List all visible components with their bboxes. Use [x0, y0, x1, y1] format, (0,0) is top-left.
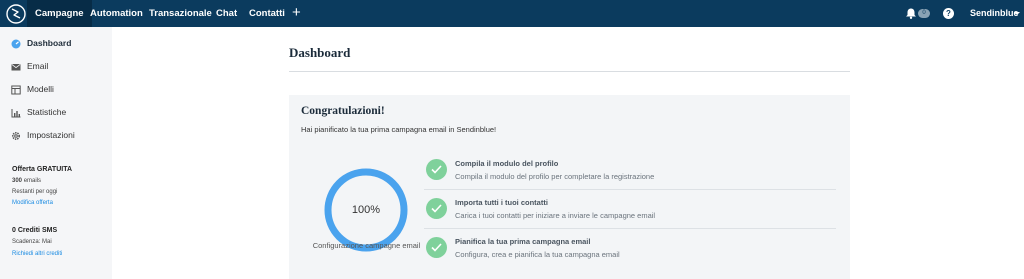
- sendinblue-logo-icon[interactable]: [5, 3, 27, 25]
- task-divider: [424, 189, 836, 190]
- gear-icon: [11, 131, 21, 141]
- task-item[interactable]: Compila il modulo del profilo Compila il…: [416, 155, 836, 193]
- progress-value: 100%: [351, 204, 381, 216]
- add-nav-button[interactable]: +: [292, 0, 301, 27]
- modify-plan-link[interactable]: Modifica offerta: [12, 200, 53, 206]
- account-menu[interactable]: Sendinblue: [970, 0, 1019, 27]
- sidebar-item-label: Email: [27, 61, 49, 71]
- sidebar: Dashboard Email Modelli Statistiche Impo…: [0, 27, 112, 279]
- page-title: Dashboard: [289, 45, 351, 60]
- help-icon[interactable]: ?: [943, 8, 954, 19]
- sms-credits-title: 0 Crediti SMS: [12, 227, 58, 234]
- sidebar-item-label: Impostazioni: [27, 130, 75, 140]
- nav-chat[interactable]: Chat: [208, 0, 245, 27]
- task-title: Pianifica la tua prima campagna email: [455, 237, 591, 246]
- task-item[interactable]: Importa tutti i tuoi contatti Carica i t…: [416, 194, 836, 232]
- bell-icon[interactable]: [905, 8, 917, 19]
- sidebar-item-email[interactable]: Email: [0, 57, 112, 77]
- sidebar-item-label: Statistiche: [27, 107, 67, 117]
- card-subtitle: Hai pianificato la tua prima campagna em…: [301, 125, 497, 134]
- stats-icon: [11, 109, 21, 118]
- sidebar-item-label: Modelli: [27, 84, 54, 94]
- checkmark-icon: [426, 159, 447, 180]
- task-title: Importa tutti i tuoi contatti: [455, 198, 548, 207]
- plan-emails-unit: emails: [23, 178, 42, 184]
- request-credits-link[interactable]: Richiedi altri crediti: [12, 251, 62, 257]
- plan-emails: 300 emails: [12, 178, 41, 184]
- task-description: Compila il modulo del profilo per comple…: [455, 172, 655, 181]
- plan-emails-count: 300: [12, 178, 23, 184]
- sidebar-item-modelli[interactable]: Modelli: [0, 80, 112, 100]
- task-divider: [424, 228, 836, 229]
- templates-icon: [11, 85, 21, 95]
- nav-contatti[interactable]: Contatti: [241, 0, 293, 27]
- title-divider: [289, 71, 850, 72]
- task-description: Carica i tuoi contatti per iniziare a in…: [455, 211, 656, 220]
- top-navigation-bar: Campagne Automation Transazionale Chat C…: [0, 0, 1024, 27]
- onboarding-card: Congratulazioni! Hai pianificato la tua …: [289, 95, 850, 279]
- email-icon: [11, 64, 21, 71]
- task-description: Configura, crea e pianifica la tua campa…: [455, 250, 620, 259]
- dashboard-icon: [11, 39, 21, 49]
- checkmark-icon: [426, 198, 447, 219]
- sidebar-item-dashboard[interactable]: Dashboard: [0, 34, 112, 54]
- task-item[interactable]: Pianifica la tua prima campagna email Co…: [416, 233, 836, 271]
- sidebar-item-statistiche[interactable]: Statistiche: [0, 103, 112, 123]
- card-title: Congratulazioni!: [301, 105, 385, 117]
- chevron-down-icon[interactable]: [1014, 12, 1020, 15]
- plan-title: Offerta GRATUITA: [12, 166, 73, 173]
- sms-expiry: Scadenza: Mai: [12, 239, 52, 245]
- sidebar-item-impostazioni[interactable]: Impostazioni: [0, 126, 112, 146]
- notification-badge: 0: [918, 9, 930, 18]
- plan-remaining: Restanti per oggi: [12, 189, 58, 195]
- sidebar-item-label: Dashboard: [27, 38, 72, 48]
- task-title: Compila il modulo del profilo: [455, 159, 559, 168]
- checkmark-icon: [426, 237, 447, 258]
